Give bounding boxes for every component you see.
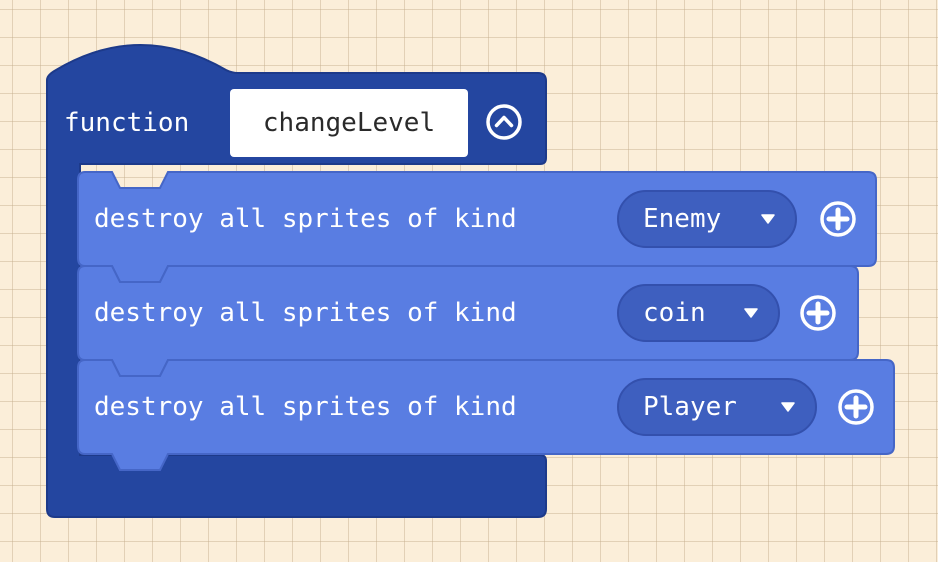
plus-circle-icon[interactable] [818,199,858,239]
kind-dropdown-coin[interactable]: coin [617,284,780,342]
kind-dropdown-enemy[interactable]: Enemy [617,190,797,248]
function-name-field[interactable]: changeLevel [230,89,468,157]
caret-down-icon [744,308,758,318]
kind-dropdown-value: Enemy [643,204,722,234]
statement-label: destroy all sprites of kind [94,392,517,422]
function-keyword: function [64,108,190,138]
chevron-up-circle-icon[interactable] [484,102,524,142]
kind-dropdown-value: Player [643,392,737,422]
blocks-canvas [46,44,895,518]
caret-down-icon [781,402,795,412]
kind-dropdown-player[interactable]: Player [617,378,817,436]
statement-label: destroy all sprites of kind [94,298,517,328]
plus-circle-icon[interactable] [836,387,876,427]
caret-down-icon [761,214,775,224]
plus-circle-icon[interactable] [798,293,838,333]
kind-dropdown-value: coin [643,298,706,328]
statement-label: destroy all sprites of kind [94,204,517,234]
